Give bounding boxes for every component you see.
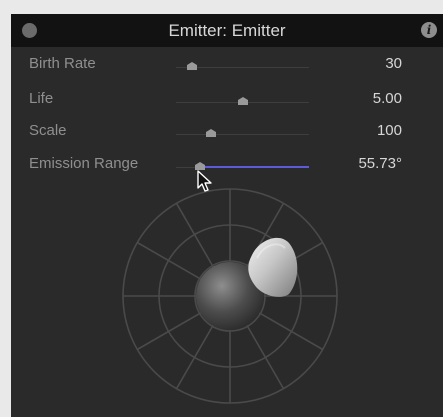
emission-angle-dial[interactable] (11, 14, 443, 417)
emitter-inspector-panel: Emitter: Emitter i Birth Rate 30 Life 5.… (11, 14, 443, 417)
mouse-pointer-icon (197, 170, 213, 199)
